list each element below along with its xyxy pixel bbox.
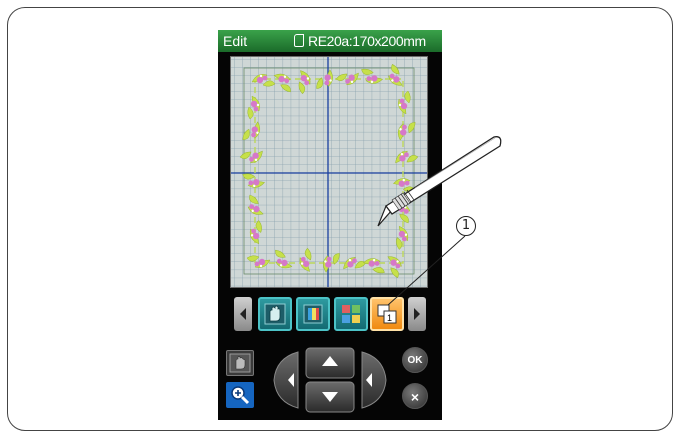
stylus-pen-icon bbox=[377, 136, 502, 227]
callout-number: 1 bbox=[456, 216, 476, 236]
illustration-overlay bbox=[377, 136, 502, 306]
callout-leader-line bbox=[387, 235, 466, 306]
